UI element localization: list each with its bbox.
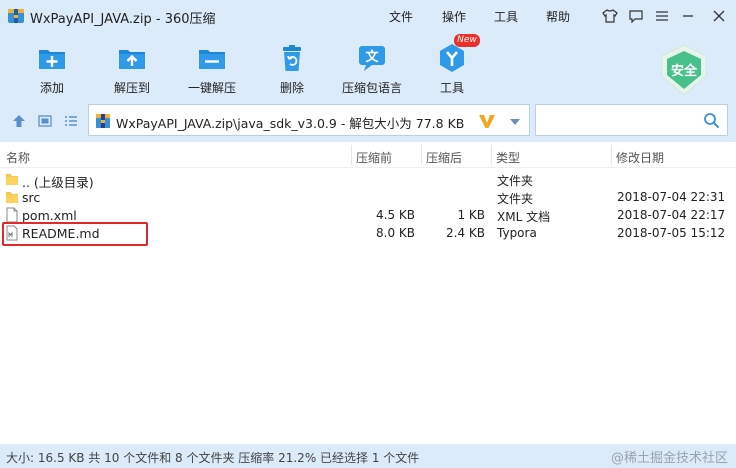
zip-file-icon [96,114,110,128]
archive-path: WxPayAPI_JAVA.zip\java_sdk_v3.0.9 - 解包大小… [116,116,465,131]
file-name: pom.xml [22,208,77,223]
archive-language-label: 压缩包语言 [341,81,402,95]
shirt-icon [602,9,618,23]
folder-icon [6,192,18,203]
security-shield[interactable]: 安全 [656,42,712,98]
language-icon: 文 [359,46,385,71]
delete-label: 删除 [279,81,304,95]
skin-button[interactable] [599,5,621,27]
archive-app-icon [8,9,24,23]
one-click-extract-button[interactable]: 一键解压 [172,40,252,96]
verified-v-icon [479,115,495,128]
trash-icon [283,45,301,71]
address-field[interactable]: WxPayAPI_JAVA.zip\java_sdk_v3.0.9 - 解包大小… [88,104,530,136]
column-size-after[interactable]: 压缩后 [426,149,462,166]
window-title: WxPayAPI_JAVA.zip - 360压缩 [30,12,216,27]
menu-operation[interactable]: 操作 [442,8,466,25]
tools-label: 工具 [439,81,464,95]
settings-menu-button[interactable] [651,5,673,27]
menu-tools[interactable]: 工具 [494,8,518,25]
document-icon [6,207,18,223]
modified-date: 2018-07-04 22:31 [617,190,726,204]
file-type: 文件夹 [497,174,534,188]
chat-icon [629,10,643,23]
menu-help[interactable]: 帮助 [546,8,570,25]
folder-icon [6,174,18,185]
column-size-before[interactable]: 压缩前 [356,149,392,166]
add-label: 添加 [39,81,64,95]
menu-lines-icon [656,11,668,21]
extract-to-label: 解压到 [113,81,150,95]
modified-date: 2018-07-05 15:12 [617,226,726,240]
file-type: XML 文档 [497,210,551,224]
size-after: 2.4 KB [446,226,485,240]
shield-icon: 安全 [661,44,707,96]
status-text: 大小: 16.5 KB 共 10 个文件和 8 个文件夹 压缩率 21.2% 已… [6,451,420,465]
main-toolbar: 添加 解压到 一键解压 删除 文 压缩包语言 工具 New 安全 [0,32,736,100]
modified-date: 2018-07-04 22:17 [617,208,726,222]
archive-language-button[interactable]: 文 压缩包语言 [332,40,412,96]
size-after: 1 KB [457,208,485,222]
column-divider[interactable] [491,145,492,165]
search-input[interactable] [535,104,728,136]
svg-text:文: 文 [365,49,379,65]
extract-to-icon [119,50,145,69]
selection-highlight-box [2,222,148,246]
file-list: .. (上级目录) 文件夹 src 文件夹 2018-07-04 22:31 p… [0,168,736,444]
close-button[interactable] [708,5,730,27]
column-divider[interactable] [421,145,422,165]
minimize-button[interactable] [677,5,699,27]
add-button[interactable]: 添加 [12,40,92,96]
column-modified[interactable]: 修改日期 [616,149,664,166]
file-type: 文件夹 [497,192,534,206]
address-bar: WxPayAPI_JAVA.zip\java_sdk_v3.0.9 - 解包大小… [0,100,736,142]
list-view-icon[interactable] [64,114,78,128]
column-header-row: 名称 压缩前 压缩后 类型 修改日期 [0,142,736,168]
column-divider[interactable] [351,145,352,165]
size-before: 8.0 KB [376,226,415,240]
delete-button[interactable]: 删除 [252,40,332,96]
minimize-icon [683,15,693,17]
close-icon [713,10,725,22]
table-row[interactable]: .. (上级目录) 文件夹 [0,170,736,190]
one-click-extract-icon [199,50,225,69]
add-icon [39,50,65,69]
menu-file[interactable]: 文件 [389,8,413,25]
file-type: Typora [497,226,537,240]
title-bar: WxPayAPI_JAVA.zip - 360压缩 文件 操作 工具 帮助 [0,0,736,32]
tools-button[interactable]: 工具 [412,40,492,96]
watermark: @稀土掘金技术社区 [610,451,728,466]
file-name: src [22,190,41,205]
new-badge: New [454,34,480,47]
safe-label: 安全 [671,63,698,79]
column-name[interactable]: 名称 [6,149,30,166]
status-bar: 大小: 16.5 KB 共 10 个文件和 8 个文件夹 压缩率 21.2% 已… [0,444,736,468]
table-row[interactable]: src 文件夹 2018-07-04 22:31 [0,188,736,206]
search-icon[interactable] [703,112,720,129]
up-arrow-icon[interactable] [12,114,26,128]
one-click-extract-label: 一键解压 [187,81,236,95]
column-type[interactable]: 类型 [496,149,520,166]
column-divider[interactable] [611,145,612,165]
feedback-button[interactable] [625,5,647,27]
extract-to-button[interactable]: 解压到 [92,40,172,96]
thumbnail-view-icon[interactable] [38,114,52,128]
chevron-down-icon[interactable] [509,118,521,126]
size-before: 4.5 KB [376,208,415,222]
